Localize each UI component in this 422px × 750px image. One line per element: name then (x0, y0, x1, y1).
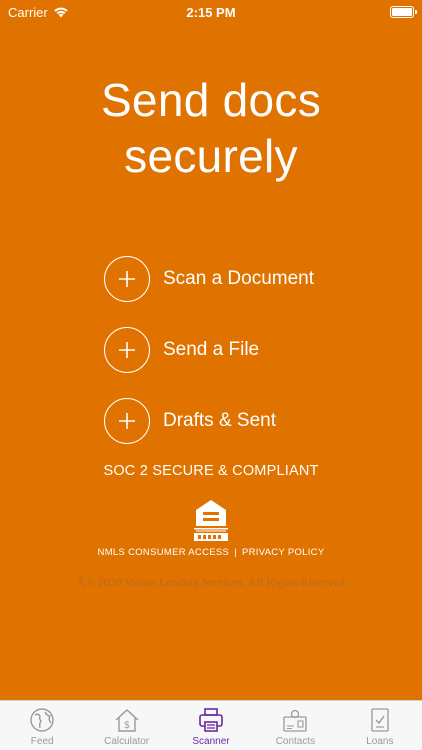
battery-icon (390, 6, 417, 18)
page-title: Send docs securely (0, 72, 422, 184)
status-time: 2:15 PM (186, 4, 236, 20)
copyright-text: Â© 2020 Vision Lending Services. All Rig… (76, 575, 346, 589)
plus-icon (104, 398, 150, 444)
send-file-button[interactable]: Send a File (104, 326, 314, 374)
tab-feed-label: Feed (30, 736, 54, 747)
tab-scanner[interactable]: Scanner (169, 701, 253, 750)
printer-icon (199, 708, 223, 732)
tab-scanner-label: Scanner (192, 736, 230, 747)
drafts-sent-label: Drafts & Sent (163, 410, 276, 431)
svg-text:$: $ (123, 720, 129, 731)
link-separator: | (234, 547, 237, 558)
tab-calculator[interactable]: $ Calculator (84, 701, 168, 750)
house-dollar-icon: $ (115, 709, 139, 732)
compliance-text: SOC 2 SECURE & COMPLIANT (103, 463, 319, 479)
tab-feed[interactable]: Feed (0, 701, 84, 750)
send-file-label: Send a File (163, 339, 260, 360)
title-line-2: securely (124, 130, 298, 182)
plus-icon (104, 327, 150, 373)
contact-card-icon (283, 709, 308, 732)
title-line-1: Send docs (100, 74, 322, 126)
battery-fill (392, 8, 412, 16)
scan-document-label: Scan a Document (163, 268, 315, 289)
wifi-icon (54, 7, 68, 18)
status-bar: Carrier 2:15 PM (0, 0, 422, 24)
footer-links: NMLS CONSUMER ACCESS | PRIVACY POLICY (0, 547, 422, 558)
document-check-icon (371, 708, 389, 732)
globe-icon (30, 708, 54, 732)
nmls-consumer-access-link[interactable]: NMLS CONSUMER ACCESS (98, 547, 230, 558)
drafts-sent-button[interactable]: Drafts & Sent (104, 397, 314, 445)
equal-housing-lender-logo (194, 500, 228, 541)
tab-contacts[interactable]: Contacts (253, 701, 337, 750)
tab-bar: Feed $ Calculator Scanner Contacts Loans (0, 700, 422, 750)
carrier-label: Carrier (8, 4, 48, 20)
tab-loans[interactable]: Loans (338, 701, 422, 750)
tab-loans-label: Loans (366, 736, 394, 747)
tab-calculator-label: Calculator (104, 736, 150, 747)
scan-document-button[interactable]: Scan a Document (104, 255, 314, 303)
status-left: Carrier (8, 5, 69, 20)
tab-contacts-label: Contacts (275, 736, 316, 747)
plus-icon (104, 256, 150, 302)
action-list: Scan a Document Send a File Drafts & Sen… (104, 255, 314, 468)
privacy-policy-link[interactable]: PRIVACY POLICY (242, 547, 325, 558)
